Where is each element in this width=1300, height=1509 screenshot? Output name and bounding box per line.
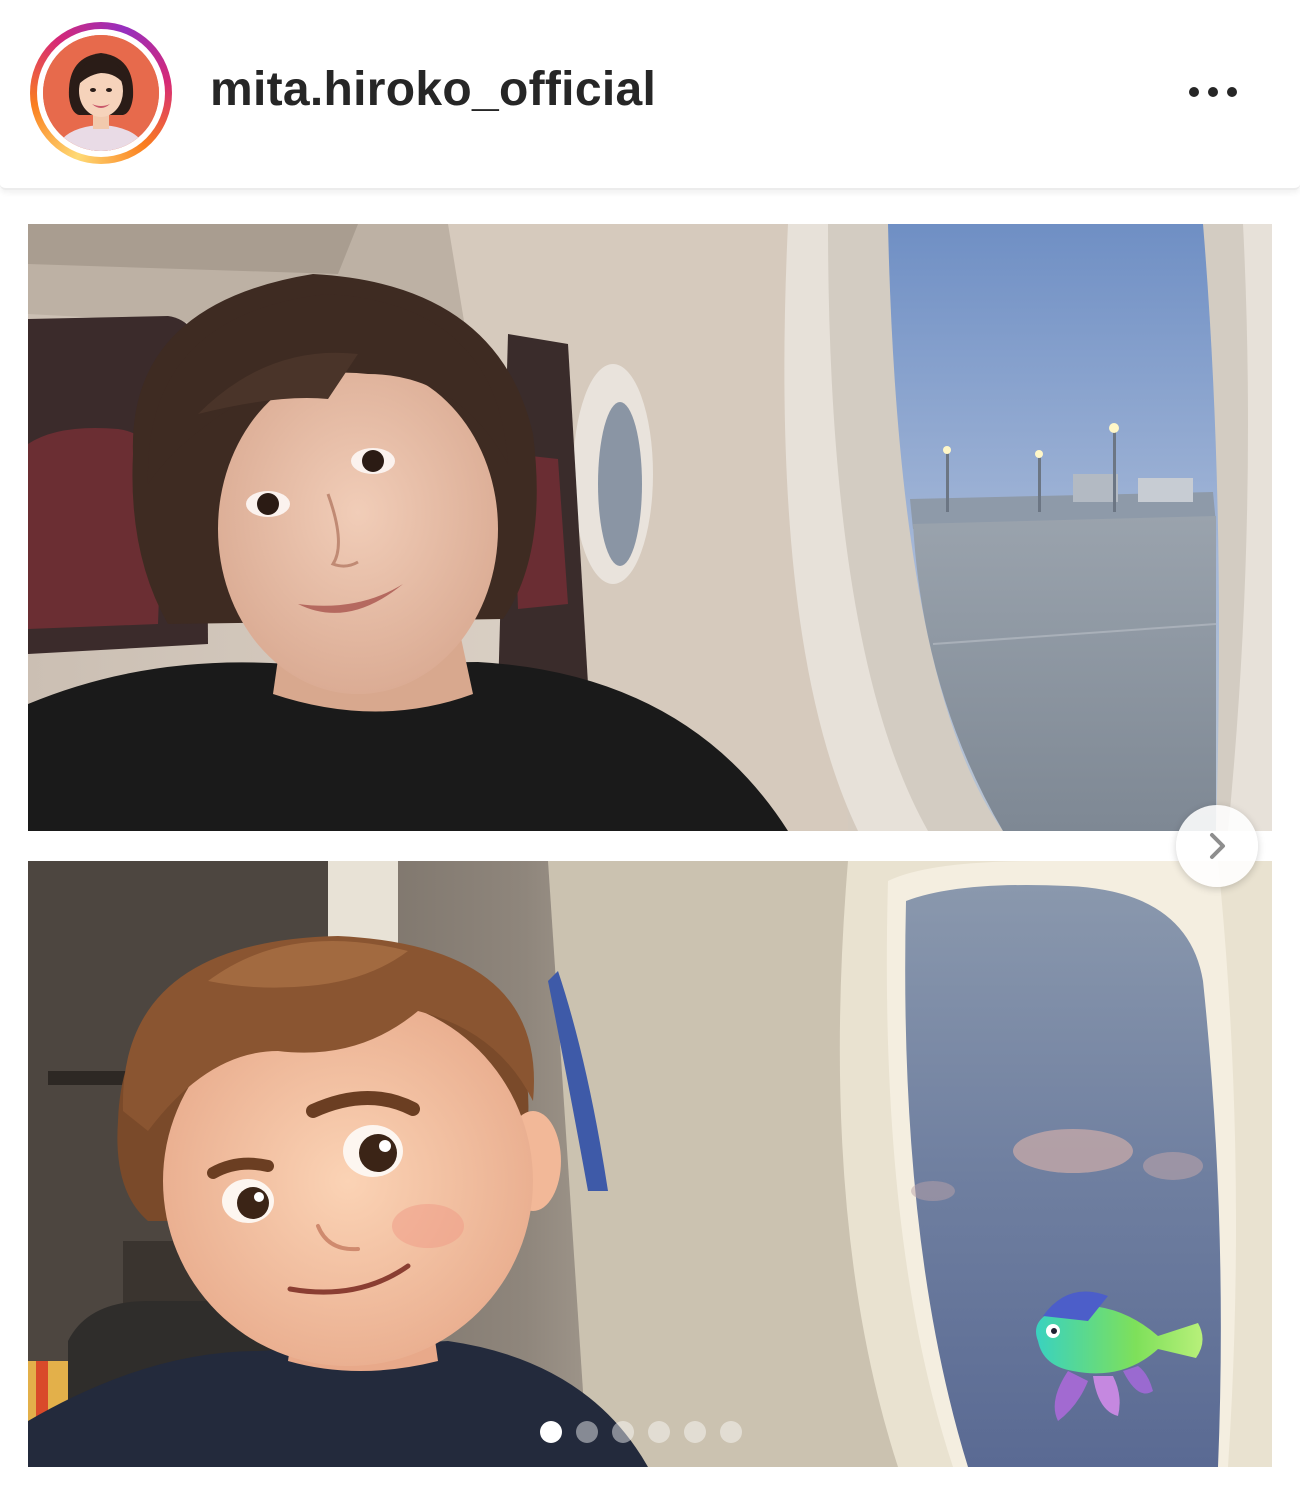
more-horizontal-icon [1227, 87, 1237, 97]
carousel-dot[interactable] [576, 1421, 598, 1443]
carousel-next-button[interactable] [1176, 805, 1258, 887]
avatar-image [43, 35, 159, 151]
carousel-dot[interactable] [612, 1421, 634, 1443]
avatar-ring-gap [37, 29, 165, 157]
more-horizontal-icon [1208, 87, 1218, 97]
chevron-right-icon [1210, 833, 1225, 859]
carousel-dot[interactable] [648, 1421, 670, 1443]
more-horizontal-icon [1189, 87, 1199, 97]
post-image-selfie[interactable] [28, 224, 1272, 831]
carousel-dot[interactable] [540, 1421, 562, 1443]
post-image-animated[interactable] [28, 861, 1272, 1467]
post-header: mita.hiroko_official [0, 0, 1300, 190]
carousel-dot[interactable] [684, 1421, 706, 1443]
more-options-button[interactable] [1176, 72, 1250, 112]
profile-avatar[interactable] [30, 22, 172, 164]
carousel-dot[interactable] [720, 1421, 742, 1443]
carousel-pagination [540, 1418, 760, 1446]
username-link[interactable]: mita.hiroko_official [210, 62, 656, 117]
